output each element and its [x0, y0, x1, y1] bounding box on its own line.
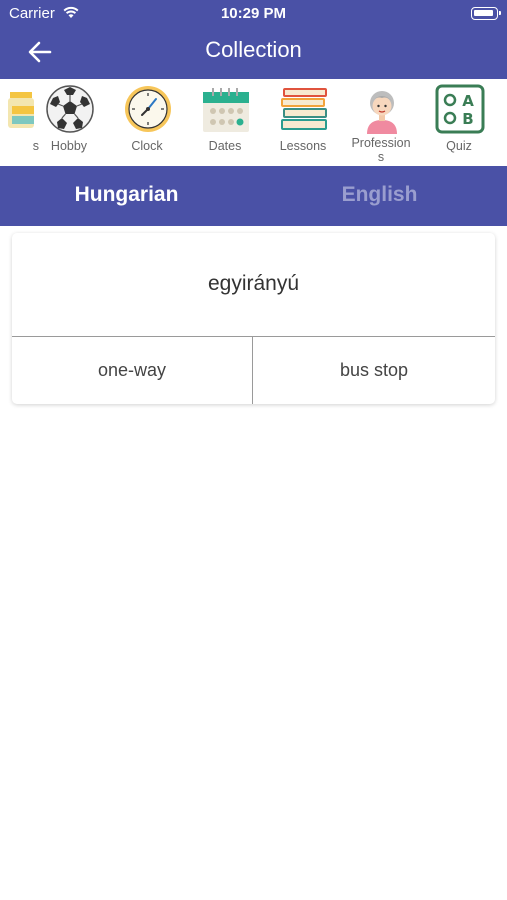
category-label: Lessons [279, 139, 327, 153]
category-lessons[interactable]: Lessons [264, 79, 342, 166]
person-icon [367, 91, 397, 134]
category-professions[interactable]: Profession s [342, 79, 420, 166]
tab-english[interactable]: English [253, 166, 506, 226]
category-quiz[interactable]: A B Quiz [420, 79, 498, 166]
category-hobby[interactable]: Hobby [30, 79, 108, 166]
status-bar: Carrier 10:29 PM [0, 0, 507, 28]
answer-option-2[interactable]: bus stop [253, 337, 495, 404]
category-label: Dates [208, 139, 242, 153]
svg-text:A: A [462, 92, 474, 110]
battery-icon [471, 7, 501, 20]
top-bar: Carrier 10:29 PM Collection [0, 0, 507, 79]
svg-text:B: B [462, 110, 473, 128]
tab-hungarian[interactable]: Hungarian [0, 166, 253, 226]
quiz-icon: A B [435, 84, 485, 134]
flashcard: egyirányú one-way bus stop [12, 233, 495, 404]
category-label: Hobby [50, 139, 88, 153]
page-title: Collection [205, 37, 302, 62]
category-label: Profession s [351, 136, 411, 164]
flashcard-word: egyirányú [12, 233, 495, 337]
books-icon [281, 88, 327, 130]
calendar-icon [203, 88, 249, 132]
category-dates[interactable]: Dates [186, 79, 264, 166]
category-strip[interactable]: s Hobby Clock Dates Lessons Profession s… [0, 79, 507, 166]
category-label: Quiz [446, 139, 472, 153]
soccer-ball-icon [46, 85, 94, 133]
language-tabs: Hungarian English [0, 166, 507, 226]
answer-option-1[interactable]: one-way [12, 337, 253, 404]
clock-icon [125, 86, 171, 132]
category-clock[interactable]: Clock [108, 79, 186, 166]
category-label: Clock [131, 139, 163, 153]
clock-time: 10:29 PM [220, 5, 287, 22]
